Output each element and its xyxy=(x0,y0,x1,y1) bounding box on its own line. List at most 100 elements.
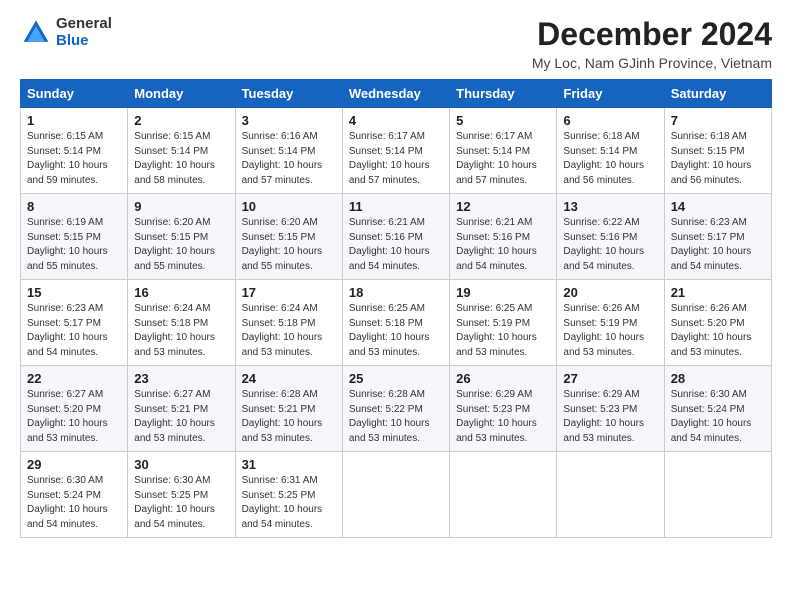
day-number: 20 xyxy=(563,285,657,300)
day-number: 28 xyxy=(671,371,765,386)
calendar-cell xyxy=(450,452,557,538)
calendar-cell: 1 Sunrise: 6:15 AMSunset: 5:14 PMDayligh… xyxy=(21,108,128,194)
calendar-cell: 5 Sunrise: 6:17 AMSunset: 5:14 PMDayligh… xyxy=(450,108,557,194)
cell-info: Sunrise: 6:17 AMSunset: 5:14 PMDaylight:… xyxy=(456,130,550,188)
day-number: 21 xyxy=(671,285,765,300)
calendar-cell: 20 Sunrise: 6:26 AMSunset: 5:19 PMDaylig… xyxy=(557,280,664,366)
calendar-cell: 21 Sunrise: 6:26 AMSunset: 5:20 PMDaylig… xyxy=(664,280,771,366)
cell-info: Sunrise: 6:30 AMSunset: 5:24 PMDaylight:… xyxy=(671,388,765,446)
day-number: 12 xyxy=(456,199,550,214)
day-number: 6 xyxy=(563,113,657,128)
day-number: 22 xyxy=(27,371,121,386)
weekday-header: Sunday xyxy=(21,80,128,108)
calendar-table: SundayMondayTuesdayWednesdayThursdayFrid… xyxy=(20,79,772,538)
calendar-week-row: 29 Sunrise: 6:30 AMSunset: 5:24 PMDaylig… xyxy=(21,452,772,538)
calendar-cell: 9 Sunrise: 6:20 AMSunset: 5:15 PMDayligh… xyxy=(128,194,235,280)
cell-info: Sunrise: 6:15 AMSunset: 5:14 PMDaylight:… xyxy=(27,130,121,188)
calendar-cell: 14 Sunrise: 6:23 AMSunset: 5:17 PMDaylig… xyxy=(664,194,771,280)
day-number: 27 xyxy=(563,371,657,386)
weekday-header: Saturday xyxy=(664,80,771,108)
day-number: 17 xyxy=(242,285,336,300)
calendar-cell xyxy=(342,452,449,538)
calendar-week-row: 8 Sunrise: 6:19 AMSunset: 5:15 PMDayligh… xyxy=(21,194,772,280)
day-number: 26 xyxy=(456,371,550,386)
title-area: December 2024 My Loc, Nam GJinh Province… xyxy=(532,16,772,71)
logo: General Blue xyxy=(20,16,112,49)
calendar-week-row: 22 Sunrise: 6:27 AMSunset: 5:20 PMDaylig… xyxy=(21,366,772,452)
cell-info: Sunrise: 6:21 AMSunset: 5:16 PMDaylight:… xyxy=(349,216,443,274)
day-number: 8 xyxy=(27,199,121,214)
cell-info: Sunrise: 6:26 AMSunset: 5:19 PMDaylight:… xyxy=(563,302,657,360)
cell-info: Sunrise: 6:28 AMSunset: 5:22 PMDaylight:… xyxy=(349,388,443,446)
calendar-cell: 26 Sunrise: 6:29 AMSunset: 5:23 PMDaylig… xyxy=(450,366,557,452)
day-number: 4 xyxy=(349,113,443,128)
weekday-header: Wednesday xyxy=(342,80,449,108)
cell-info: Sunrise: 6:28 AMSunset: 5:21 PMDaylight:… xyxy=(242,388,336,446)
calendar-cell: 28 Sunrise: 6:30 AMSunset: 5:24 PMDaylig… xyxy=(664,366,771,452)
calendar-cell: 12 Sunrise: 6:21 AMSunset: 5:16 PMDaylig… xyxy=(450,194,557,280)
cell-info: Sunrise: 6:23 AMSunset: 5:17 PMDaylight:… xyxy=(27,302,121,360)
cell-info: Sunrise: 6:29 AMSunset: 5:23 PMDaylight:… xyxy=(456,388,550,446)
cell-info: Sunrise: 6:24 AMSunset: 5:18 PMDaylight:… xyxy=(242,302,336,360)
day-number: 11 xyxy=(349,199,443,214)
weekday-header: Monday xyxy=(128,80,235,108)
calendar-cell: 17 Sunrise: 6:24 AMSunset: 5:18 PMDaylig… xyxy=(235,280,342,366)
cell-info: Sunrise: 6:20 AMSunset: 5:15 PMDaylight:… xyxy=(242,216,336,274)
cell-info: Sunrise: 6:27 AMSunset: 5:20 PMDaylight:… xyxy=(27,388,121,446)
cell-info: Sunrise: 6:26 AMSunset: 5:20 PMDaylight:… xyxy=(671,302,765,360)
calendar-body: 1 Sunrise: 6:15 AMSunset: 5:14 PMDayligh… xyxy=(21,108,772,538)
day-number: 23 xyxy=(134,371,228,386)
cell-info: Sunrise: 6:29 AMSunset: 5:23 PMDaylight:… xyxy=(563,388,657,446)
month-title: December 2024 xyxy=(532,16,772,53)
logo-icon xyxy=(20,17,52,49)
calendar-cell: 8 Sunrise: 6:19 AMSunset: 5:15 PMDayligh… xyxy=(21,194,128,280)
cell-info: Sunrise: 6:20 AMSunset: 5:15 PMDaylight:… xyxy=(134,216,228,274)
day-number: 24 xyxy=(242,371,336,386)
calendar-cell: 15 Sunrise: 6:23 AMSunset: 5:17 PMDaylig… xyxy=(21,280,128,366)
cell-info: Sunrise: 6:16 AMSunset: 5:14 PMDaylight:… xyxy=(242,130,336,188)
calendar-cell xyxy=(557,452,664,538)
day-number: 1 xyxy=(27,113,121,128)
calendar-cell: 10 Sunrise: 6:20 AMSunset: 5:15 PMDaylig… xyxy=(235,194,342,280)
calendar-cell: 25 Sunrise: 6:28 AMSunset: 5:22 PMDaylig… xyxy=(342,366,449,452)
calendar-cell: 16 Sunrise: 6:24 AMSunset: 5:18 PMDaylig… xyxy=(128,280,235,366)
day-number: 15 xyxy=(27,285,121,300)
day-number: 29 xyxy=(27,457,121,472)
calendar-cell: 23 Sunrise: 6:27 AMSunset: 5:21 PMDaylig… xyxy=(128,366,235,452)
cell-info: Sunrise: 6:17 AMSunset: 5:14 PMDaylight:… xyxy=(349,130,443,188)
day-number: 7 xyxy=(671,113,765,128)
calendar-cell: 29 Sunrise: 6:30 AMSunset: 5:24 PMDaylig… xyxy=(21,452,128,538)
cell-info: Sunrise: 6:25 AMSunset: 5:19 PMDaylight:… xyxy=(456,302,550,360)
day-number: 30 xyxy=(134,457,228,472)
cell-info: Sunrise: 6:22 AMSunset: 5:16 PMDaylight:… xyxy=(563,216,657,274)
day-number: 31 xyxy=(242,457,336,472)
cell-info: Sunrise: 6:21 AMSunset: 5:16 PMDaylight:… xyxy=(456,216,550,274)
day-number: 25 xyxy=(349,371,443,386)
calendar-week-row: 1 Sunrise: 6:15 AMSunset: 5:14 PMDayligh… xyxy=(21,108,772,194)
calendar-cell: 22 Sunrise: 6:27 AMSunset: 5:20 PMDaylig… xyxy=(21,366,128,452)
calendar-cell: 7 Sunrise: 6:18 AMSunset: 5:15 PMDayligh… xyxy=(664,108,771,194)
calendar-cell: 3 Sunrise: 6:16 AMSunset: 5:14 PMDayligh… xyxy=(235,108,342,194)
day-number: 10 xyxy=(242,199,336,214)
calendar-cell: 24 Sunrise: 6:28 AMSunset: 5:21 PMDaylig… xyxy=(235,366,342,452)
cell-info: Sunrise: 6:25 AMSunset: 5:18 PMDaylight:… xyxy=(349,302,443,360)
calendar-cell: 18 Sunrise: 6:25 AMSunset: 5:18 PMDaylig… xyxy=(342,280,449,366)
cell-info: Sunrise: 6:18 AMSunset: 5:15 PMDaylight:… xyxy=(671,130,765,188)
day-number: 3 xyxy=(242,113,336,128)
logo-text: General Blue xyxy=(56,16,112,49)
calendar-cell xyxy=(664,452,771,538)
calendar-cell: 2 Sunrise: 6:15 AMSunset: 5:14 PMDayligh… xyxy=(128,108,235,194)
weekday-header: Tuesday xyxy=(235,80,342,108)
day-number: 5 xyxy=(456,113,550,128)
calendar-header: SundayMondayTuesdayWednesdayThursdayFrid… xyxy=(21,80,772,108)
weekday-header: Thursday xyxy=(450,80,557,108)
calendar-week-row: 15 Sunrise: 6:23 AMSunset: 5:17 PMDaylig… xyxy=(21,280,772,366)
logo-blue: Blue xyxy=(56,33,112,50)
calendar-cell: 6 Sunrise: 6:18 AMSunset: 5:14 PMDayligh… xyxy=(557,108,664,194)
day-number: 18 xyxy=(349,285,443,300)
cell-info: Sunrise: 6:27 AMSunset: 5:21 PMDaylight:… xyxy=(134,388,228,446)
cell-info: Sunrise: 6:30 AMSunset: 5:25 PMDaylight:… xyxy=(134,474,228,532)
weekday-header: Friday xyxy=(557,80,664,108)
calendar-cell: 30 Sunrise: 6:30 AMSunset: 5:25 PMDaylig… xyxy=(128,452,235,538)
cell-info: Sunrise: 6:19 AMSunset: 5:15 PMDaylight:… xyxy=(27,216,121,274)
